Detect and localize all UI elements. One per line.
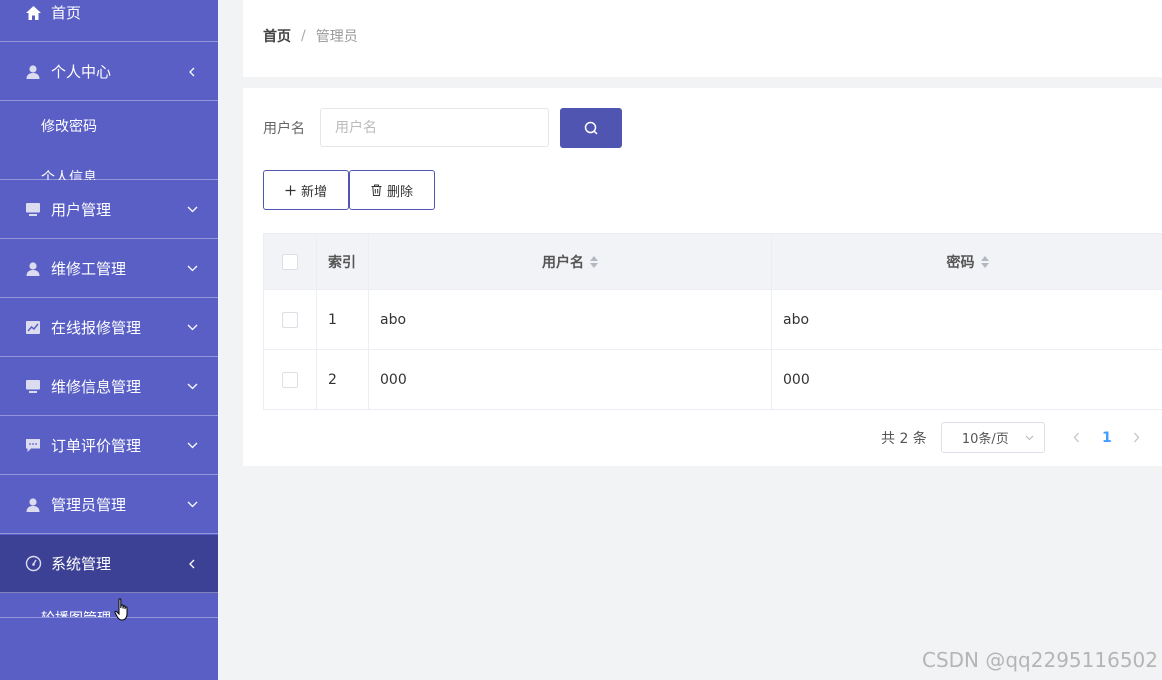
sidebar-item-label: 管理员管理: [51, 496, 127, 514]
select-all-checkbox[interactable]: [282, 253, 298, 270]
search-input[interactable]: [320, 108, 549, 147]
sidebar-item-order-review[interactable]: 订单评价管理: [0, 417, 218, 475]
search-button[interactable]: [560, 108, 622, 148]
chevron-down-icon: [186, 322, 198, 334]
sidebar-item-system-management[interactable]: 系统管理: [0, 535, 218, 593]
plus-icon: [285, 185, 296, 196]
add-button[interactable]: 新增: [263, 170, 349, 210]
header-select-cell: [264, 234, 317, 289]
sidebar-item-label: 在线报修管理: [51, 319, 142, 337]
sidebar-item-user-management[interactable]: 用户管理: [0, 181, 218, 239]
chevron-down-icon: [186, 381, 198, 393]
search-icon: [584, 121, 599, 136]
page-size-value: 10条/页: [961, 432, 1009, 447]
sidebar-item-online-repair[interactable]: 在线报修管理: [0, 299, 218, 357]
sidebar-item-label: 维修工管理: [51, 260, 127, 278]
sidebar-item-label: 系统管理: [51, 555, 112, 573]
divider: [0, 617, 218, 618]
monitor-icon: [24, 201, 42, 219]
breadcrumb-current: 管理员: [315, 29, 358, 45]
submenu-carousel-management[interactable]: 轮播图管理: [0, 593, 218, 617]
sidebar-item-label: 用户管理: [51, 201, 112, 219]
chevron-left-icon: [186, 66, 198, 78]
sidebar-item-label: 个人中心: [51, 63, 112, 81]
cell-password: 000: [783, 371, 810, 388]
row-select-cell: [264, 290, 317, 349]
chevron-left-icon: [186, 558, 198, 570]
cell-index: 1: [317, 290, 369, 349]
submenu-label: 修改密码: [41, 119, 97, 135]
chat-icon: [24, 437, 42, 455]
pagination-total: 共 2 条: [881, 430, 927, 447]
header-index-label: 索引: [328, 254, 356, 271]
delete-button[interactable]: 删除: [349, 170, 435, 210]
sidebar: 首页 个人中心 修改密码 个人信息 用户管理 维修工管理 在线报修管理 维修信息…: [0, 0, 218, 680]
chevron-left-icon: [1073, 432, 1080, 443]
table-row[interactable]: 2 000 000: [264, 350, 1162, 410]
page-number-current[interactable]: 1: [1087, 430, 1127, 446]
main-content: 用户名 新增 删除 索引 用户名 密码: [243, 88, 1162, 466]
table-row[interactable]: 1 abo abo: [264, 290, 1162, 350]
header-password[interactable]: 密码: [772, 234, 1162, 289]
submenu-label: 轮播图管理: [41, 608, 111, 617]
sidebar-item-repairman-management[interactable]: 维修工管理: [0, 240, 218, 298]
dashboard-icon: [24, 555, 42, 573]
chevron-down-icon: [186, 204, 198, 216]
submenu-change-password[interactable]: 修改密码: [0, 101, 218, 151]
row-checkbox[interactable]: [282, 371, 298, 388]
divider: [0, 179, 218, 180]
trash-icon: [371, 184, 382, 196]
admin-table: 索引 用户名 密码 1 abo abo 2 000 000: [263, 233, 1162, 410]
header-username-label: 用户名: [542, 254, 584, 271]
chevron-down-icon: [1025, 435, 1034, 441]
row-select-cell: [264, 350, 317, 409]
cell-username: 000: [369, 350, 772, 409]
cell-username: abo: [369, 290, 772, 349]
personal-center-submenu: 修改密码 个人信息: [0, 101, 218, 180]
chevron-down-icon: [186, 263, 198, 275]
cell-password: abo: [783, 311, 810, 328]
breadcrumb: 首页 / 管理员: [263, 26, 358, 46]
header-index: 索引: [317, 234, 369, 289]
sidebar-item-home[interactable]: 首页: [0, 0, 218, 42]
user-icon: [24, 496, 42, 514]
system-submenu: 轮播图管理: [0, 593, 218, 617]
row-checkbox[interactable]: [282, 311, 298, 328]
chart-icon: [24, 319, 42, 337]
watermark: CSDN @qq2295116502: [921, 648, 1158, 672]
sidebar-item-admin-management[interactable]: 管理员管理: [0, 476, 218, 534]
header-password-label: 密码: [946, 254, 975, 271]
prev-page-button[interactable]: [1067, 432, 1087, 443]
breadcrumb-home[interactable]: 首页: [263, 26, 291, 46]
chevron-down-icon: [186, 499, 198, 511]
sort-icon[interactable]: [980, 255, 989, 268]
submenu-personal-info[interactable]: 个人信息: [0, 152, 218, 180]
sort-icon[interactable]: [590, 255, 598, 268]
cell-index: 2: [317, 350, 369, 409]
breadcrumb-separator: /: [301, 28, 306, 44]
user-icon: [24, 260, 42, 278]
table-header-row: 索引 用户名 密码: [264, 234, 1162, 290]
monitor-icon: [24, 378, 42, 396]
add-button-label: 新增: [300, 184, 327, 200]
pagination: 共 2 条 10条/页 1: [881, 422, 1147, 453]
chevron-right-icon: [1133, 432, 1140, 443]
sidebar-item-label: 首页: [51, 4, 82, 22]
chevron-down-icon: [186, 440, 198, 452]
next-page-button[interactable]: [1127, 432, 1147, 443]
delete-button-label: 删除: [386, 184, 413, 200]
sidebar-item-label: 维修信息管理: [51, 378, 142, 396]
page-size-select[interactable]: 10条/页: [940, 422, 1045, 453]
sidebar-item-label: 订单评价管理: [51, 437, 142, 455]
sidebar-item-personal-center[interactable]: 个人中心: [0, 43, 218, 101]
hand-cursor-icon: [114, 598, 130, 626]
header-username[interactable]: 用户名: [369, 234, 772, 289]
user-icon: [24, 63, 42, 81]
home-icon: [24, 4, 42, 22]
breadcrumb-card: 首页 / 管理员: [243, 0, 1162, 77]
sidebar-item-repair-info[interactable]: 维修信息管理: [0, 358, 218, 416]
search-label: 用户名: [263, 121, 305, 137]
